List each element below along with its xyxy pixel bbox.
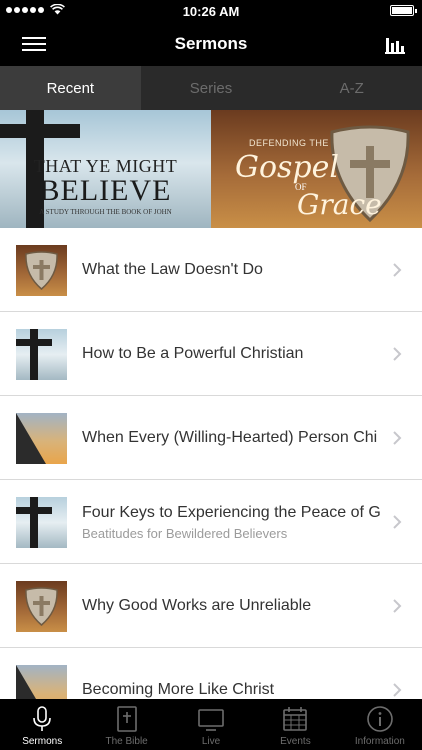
thumbnail-image [16, 413, 67, 464]
tab-label: The Bible [105, 736, 148, 747]
chevron-right-icon [393, 599, 402, 613]
bottom-tab-bar: Sermons The Bible Live Events Informatio… [0, 699, 422, 750]
info-icon [367, 706, 393, 732]
shield-icon [25, 251, 58, 290]
status-time: 10:26 AM [182, 4, 240, 19]
list-item[interactable]: Why Good Works are Unreliable [0, 564, 422, 648]
thumbnail-image [16, 581, 67, 632]
segmented-tabs: Recent Series A-Z [0, 66, 422, 110]
tab-label: Information [354, 736, 405, 747]
sermon-title: Four Keys to Experiencing the Peace of G [82, 504, 381, 521]
banner-right-line1: DEFENDING THE [249, 138, 329, 148]
sermon-title: Becoming More Like Christ [82, 681, 275, 698]
battery-icon [390, 5, 417, 16]
banner-right-line2: Gospel [235, 150, 339, 185]
bar-chart-icon[interactable] [384, 32, 406, 54]
microphone-icon [33, 706, 52, 731]
banner-defending-the-gospel-of-grace[interactable]: DEFENDING THE Gospel OF Grace [211, 110, 422, 228]
series-subtitle: Beatitudes for Bewildered Believers [82, 526, 288, 541]
tab-information[interactable]: Information [338, 699, 422, 750]
thumbnail-image [16, 245, 67, 296]
list-item[interactable]: What the Law Doesn't Do [0, 228, 422, 312]
chevron-right-icon [393, 347, 402, 361]
sermon-title: What the Law Doesn't Do [82, 261, 263, 278]
thumbnail-image [16, 497, 67, 548]
tv-icon [198, 709, 224, 731]
tab-sermons[interactable]: Sermons [0, 699, 84, 750]
page-title: Sermons [174, 34, 248, 53]
sermon-title: Why Good Works are Unreliable [82, 597, 312, 614]
banner-left-subtitle: A STUDY THROUGH THE BOOK OF JOHN [39, 208, 172, 216]
tab-series[interactable]: Series [141, 66, 282, 110]
nav-bar: Sermons [0, 22, 422, 66]
chevron-right-icon [393, 431, 402, 445]
sermon-title: How to Be a Powerful Christian [82, 345, 304, 362]
tab-a-z[interactable]: A-Z [281, 66, 422, 110]
banner-that-ye-might-believe[interactable]: THAT YE MIGHT BELIEVE A STUDY THROUGH TH… [0, 110, 211, 228]
banner-left-title: BELIEVE [39, 174, 172, 207]
shield-icon [25, 587, 58, 626]
series-banners: THAT YE MIGHT BELIEVE A STUDY THROUGH TH… [0, 110, 422, 228]
sermon-title: When Every (Willing-Hearted) Person Chi [82, 429, 378, 446]
sermon-list: What the Law Doesn't Do How to Be a Powe… [0, 228, 422, 699]
thumbnail-image [16, 665, 67, 699]
tab-label: Sermons [22, 736, 63, 747]
calendar-icon [283, 707, 308, 731]
list-item[interactable]: How to Be a Powerful Christian [0, 312, 422, 396]
tab-live[interactable]: Live [169, 699, 253, 750]
tab-label: Live [201, 736, 221, 747]
list-item[interactable]: Four Keys to Experiencing the Peace of G… [0, 480, 422, 564]
status-bar: 10:26 AM [0, 0, 422, 22]
bible-icon [116, 706, 137, 732]
tab-label: Events [280, 736, 311, 747]
thumbnail-image [16, 329, 67, 380]
tab-recent[interactable]: Recent [0, 66, 141, 110]
list-item[interactable]: Becoming More Like Christ [0, 648, 422, 699]
tab-the-bible[interactable]: The Bible [84, 699, 168, 750]
chevron-right-icon [393, 683, 402, 697]
banner-right-line4: Grace [297, 188, 382, 221]
chevron-right-icon [393, 515, 402, 529]
tab-events[interactable]: Events [253, 699, 337, 750]
list-item[interactable]: When Every (Willing-Hearted) Person Chi [0, 396, 422, 480]
chevron-right-icon [393, 263, 402, 277]
